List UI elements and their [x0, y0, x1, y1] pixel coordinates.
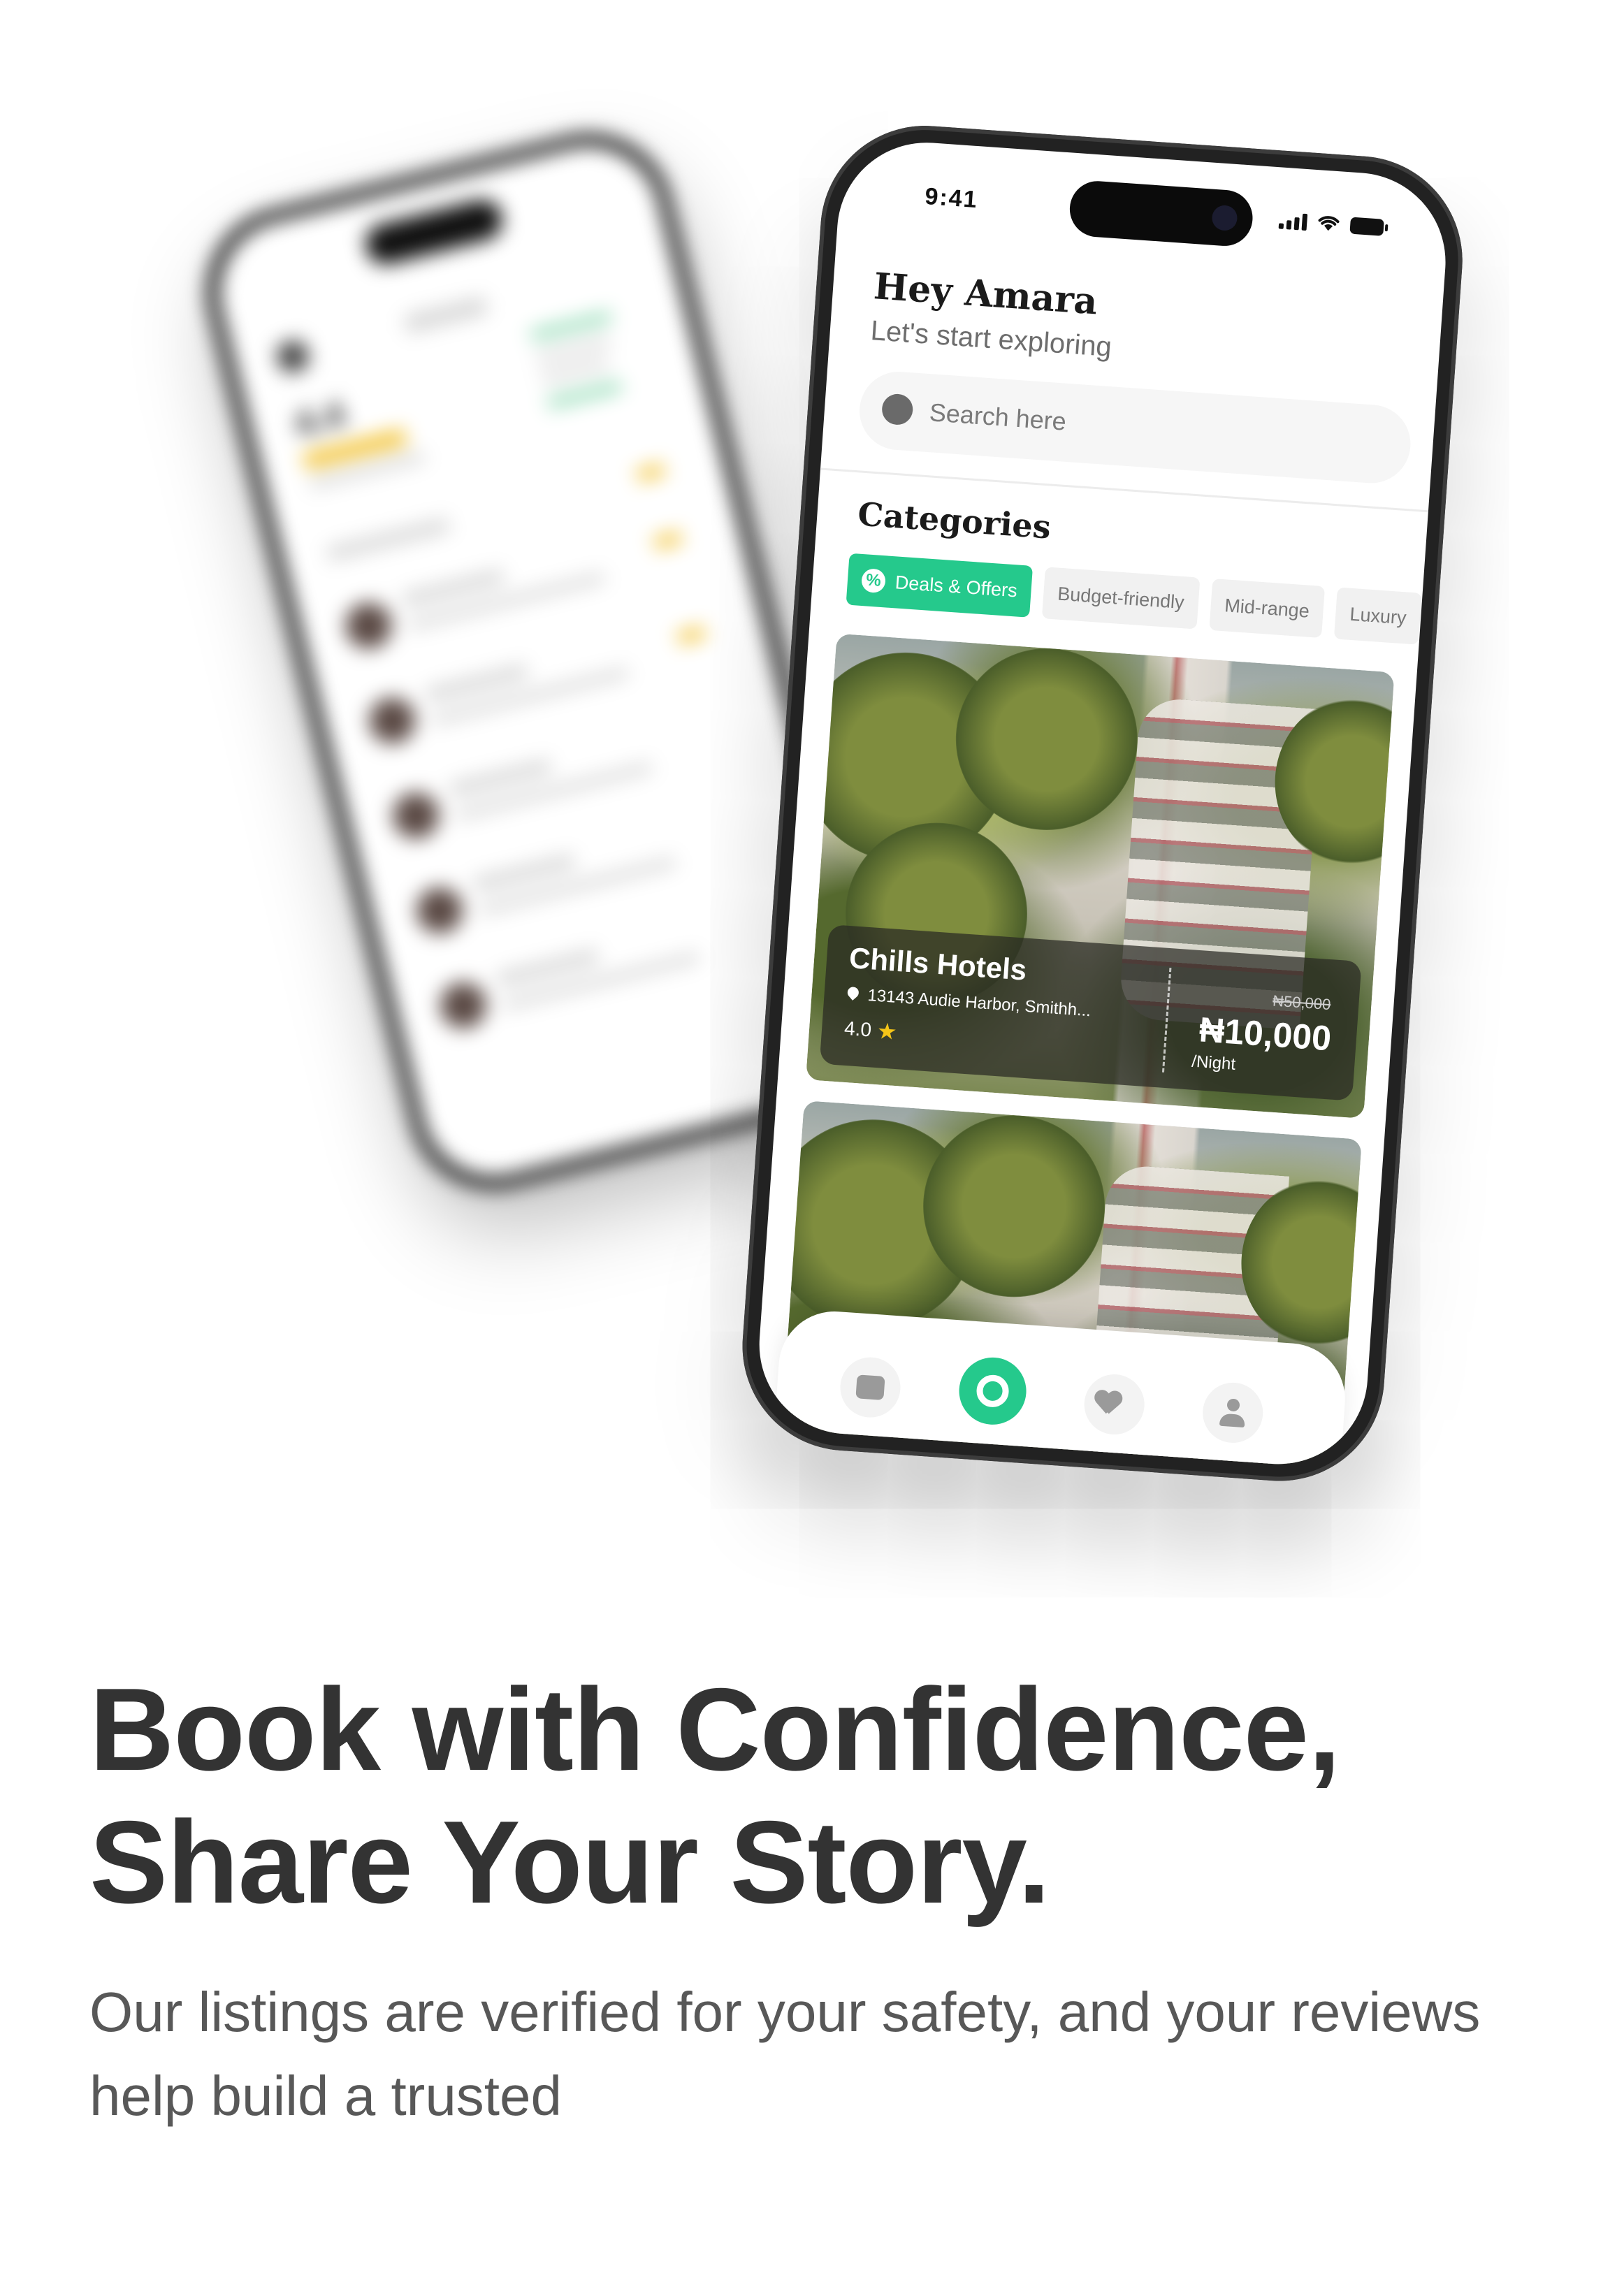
status-icons [1278, 210, 1384, 236]
wifi-icon [1318, 216, 1340, 231]
back-review-text [501, 952, 701, 1010]
old-price: ₦50,000 [1272, 991, 1332, 1014]
back-title [403, 296, 489, 334]
back-review-text [430, 667, 630, 726]
chip-luxury[interactable]: Luxury [1334, 587, 1423, 645]
front-phone-screen: 9:41 Hey Amara Let's start exploring Sea… [753, 136, 1452, 1470]
greeting-subtitle: Let's start exploring [869, 315, 1113, 363]
back-chart-bar [540, 358, 611, 384]
front-phone-mockup: 9:41 Hey Amara Let's start exploring Sea… [735, 119, 1470, 1488]
back-chart-bar [546, 380, 623, 409]
nav-explore[interactable] [838, 1355, 903, 1420]
chip-label: Budget-friendly [1057, 583, 1185, 613]
hotel-location: 13143 Audie Harbor, Smithh... [846, 984, 1092, 1021]
dynamic-island [361, 195, 507, 269]
heart-icon [1099, 1391, 1129, 1418]
signal-icon [1278, 212, 1308, 231]
back-mini-rating [653, 531, 683, 549]
back-chart-bar [535, 336, 612, 363]
back-review-text [407, 572, 607, 631]
avatar [340, 597, 397, 654]
avatar [412, 882, 468, 939]
hotel-card[interactable]: Chills Hotels 13143 Audie Harbor, Smithh… [805, 633, 1395, 1119]
nav-profile[interactable] [1201, 1381, 1266, 1445]
chip-mid-range[interactable]: Mid-range [1208, 578, 1326, 639]
hotel-rating: 4.0 ★ [843, 1015, 898, 1045]
back-rating-value: 4.4 [290, 393, 349, 446]
chip-label: Deals & Offers [894, 571, 1018, 601]
back-icon [273, 337, 312, 377]
subtext: Our listings are verified for your safet… [89, 1981, 1481, 2127]
category-chips: % Deals & Offers Budget-friendly Mid-ran… [846, 553, 1423, 645]
greeting-title: Hey Amara [872, 265, 1099, 324]
chip-budget-friendly[interactable]: Budget-friendly [1041, 567, 1201, 630]
search-icon [976, 1374, 1010, 1409]
price-unit: /Night [1191, 1052, 1236, 1074]
divider [1161, 968, 1172, 1073]
status-time: 9:41 [924, 182, 979, 214]
back-mini-rating [636, 463, 666, 481]
nav-search[interactable] [957, 1355, 1029, 1427]
star-icon: ★ [876, 1018, 898, 1045]
price: ₦10,000 [1198, 1010, 1333, 1059]
battery-icon [1349, 217, 1384, 236]
user-icon [1219, 1398, 1247, 1427]
chip-label: Luxury [1349, 603, 1407, 628]
search-icon [880, 393, 914, 426]
back-section-title [325, 517, 451, 562]
rating-value: 4.0 [843, 1017, 873, 1041]
avatar [435, 977, 491, 1033]
location-pin-icon [846, 987, 860, 1003]
dynamic-island [1068, 179, 1255, 248]
back-review-text [454, 762, 654, 821]
map-icon [855, 1374, 885, 1400]
avatar [364, 692, 421, 749]
hotel-address: 13143 Audie Harbor, Smithh... [867, 986, 1092, 1021]
percent-icon: % [860, 568, 887, 594]
headline-line-2: Share Your Story. [89, 1796, 1050, 1928]
categories-title: Categories [856, 495, 1052, 546]
chip-label: Mid-range [1224, 594, 1310, 622]
search-input[interactable]: Search here [857, 369, 1414, 486]
headline: Book with Confidence, Share Your Story. [89, 1663, 1557, 1928]
search-placeholder: Search here [928, 398, 1068, 436]
avatar [388, 787, 444, 844]
hotel-name: Chills Hotels [848, 941, 1028, 987]
back-mini-rating [676, 626, 706, 644]
chip-deals-offers[interactable]: % Deals & Offers [846, 553, 1034, 618]
back-review-text [478, 857, 677, 916]
camera-icon [1211, 204, 1238, 232]
back-chart-bar [529, 311, 614, 341]
nav-favorites[interactable] [1082, 1372, 1147, 1437]
headline-line-1: Book with Confidence, [89, 1664, 1341, 1795]
